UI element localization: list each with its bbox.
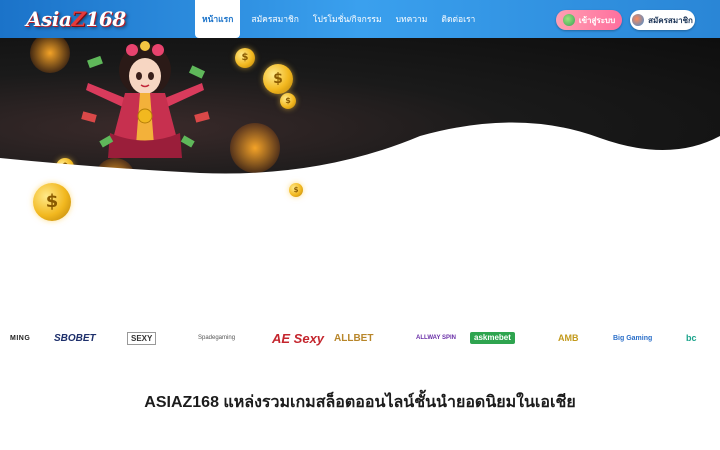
provider-spadegaming[interactable]: Spadegaming: [198, 322, 235, 354]
logo-text: Asia: [26, 7, 72, 31]
provider-big-gaming[interactable]: Big Gaming: [613, 322, 652, 354]
nav-promotions[interactable]: โปรโมชั่น/กิจกรรม: [306, 0, 389, 38]
provider-ming[interactable]: MING: [10, 322, 30, 354]
provider-askmebet[interactable]: askmebet: [470, 332, 515, 344]
login-button[interactable]: เข้าสู่ระบบ: [556, 10, 622, 30]
gold-coin: $: [289, 183, 303, 197]
provider-bc[interactable]: bc: [686, 322, 697, 354]
main-nav: หน้าแรก สมัครสมาชิก โปรโมชั่น/กิจกรรม บท…: [195, 0, 482, 38]
provider-allway-spin[interactable]: ALLWAY SPIN: [416, 322, 456, 354]
user-icon: [632, 14, 645, 26]
nav-contact[interactable]: ติดต่อเรา: [434, 0, 482, 38]
wave-divider: [0, 122, 720, 218]
provider-sbobet[interactable]: SBOBET: [54, 322, 96, 354]
hero-banner: $ $ $ $: [0, 38, 720, 218]
page-headline: ASIAZ168 แหล่งรวมเกมสล็อตออนไลน์ชั้นนำยอ…: [144, 394, 576, 411]
site-logo[interactable]: AsiaZ168: [26, 4, 126, 34]
gold-coin: $: [33, 183, 71, 221]
register-label: สมัครสมาชิก: [648, 15, 693, 25]
provider-strip: MING SBOBET SEXY Spadegaming AE Sexy ALL…: [0, 322, 720, 354]
logo-z: Z: [71, 7, 86, 31]
nav-register[interactable]: สมัครสมาชิก: [244, 0, 306, 38]
login-label: เข้าสู่ระบบ: [578, 15, 616, 25]
nav-home[interactable]: หน้าแรก: [195, 0, 241, 38]
provider-amb[interactable]: AMB: [558, 322, 579, 354]
nav-articles[interactable]: บทความ: [389, 0, 435, 38]
login-icon: [562, 14, 575, 26]
top-header: AsiaZ168 หน้าแรก สมัครสมาชิก โปรโมชั่น/ก…: [0, 0, 720, 38]
provider-allbet[interactable]: ALLBET: [334, 322, 373, 354]
register-button[interactable]: สมัครสมาชิก: [630, 10, 695, 30]
provider-sexy[interactable]: SEXY: [127, 332, 157, 345]
logo-number: 168: [85, 7, 126, 31]
provider-ae-sexy[interactable]: AE Sexy: [272, 322, 324, 354]
